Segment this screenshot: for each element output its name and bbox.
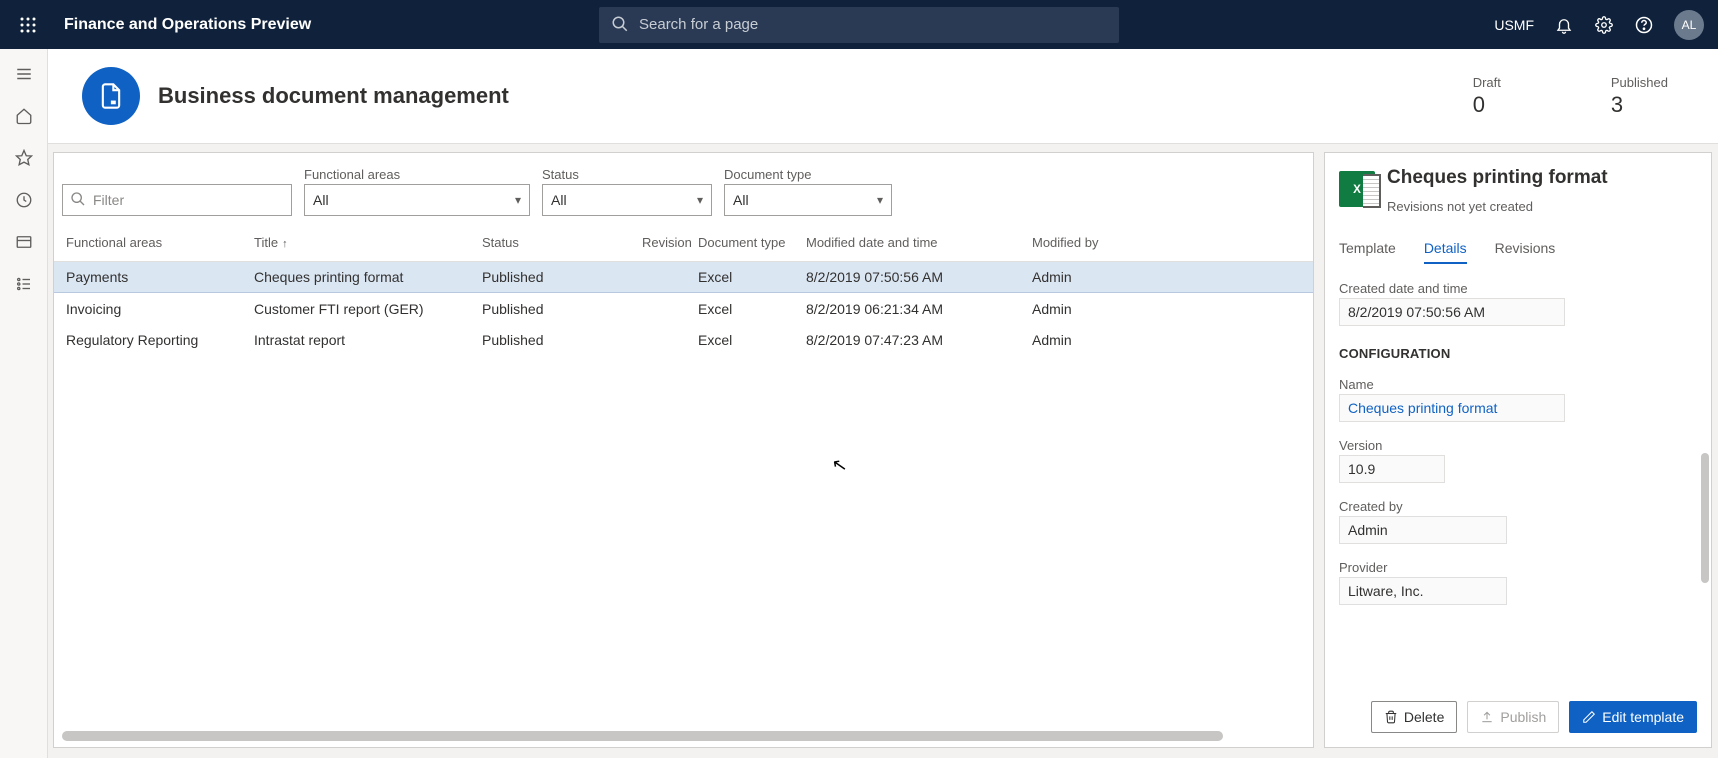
table-row[interactable]: PaymentsCheques printing formatPublished… [54, 262, 1313, 293]
page-title: Business document management [158, 83, 509, 109]
chevron-down-icon: ▾ [877, 193, 883, 207]
table-header-row: Functional areas Title↑ Status Revision … [54, 224, 1313, 262]
tab-revisions[interactable]: Revisions [1495, 240, 1556, 264]
vertical-scrollbar[interactable] [1701, 453, 1709, 583]
provider-label: Provider [1339, 560, 1697, 575]
pencil-icon [1582, 710, 1596, 724]
name-value[interactable]: Cheques printing format [1339, 394, 1565, 422]
createdby-value: Admin [1339, 516, 1507, 544]
col-header-modified-by[interactable]: Modified by [1028, 230, 1148, 255]
app-launcher-icon[interactable] [14, 11, 42, 39]
detail-title: Cheques printing format [1387, 167, 1608, 189]
stat-draft: Draft 0 [1473, 75, 1501, 118]
status-label: Status [542, 167, 712, 182]
status-select[interactable]: All ▾ [542, 184, 712, 216]
created-date-label: Created date and time [1339, 281, 1697, 296]
col-header-doctype[interactable]: Document type [694, 230, 802, 255]
doctype-select[interactable]: All ▾ [724, 184, 892, 216]
doctype-label: Document type [724, 167, 892, 182]
horizontal-scrollbar[interactable] [62, 731, 1223, 741]
col-header-title[interactable]: Title↑ [250, 230, 478, 255]
publish-icon [1480, 710, 1494, 724]
table-row[interactable]: Regulatory ReportingIntrastat reportPubl… [54, 324, 1313, 355]
stat-draft-value: 0 [1473, 92, 1501, 118]
provider-value: Litware, Inc. [1339, 577, 1507, 605]
configuration-heading: CONFIGURATION [1339, 346, 1697, 361]
star-icon[interactable] [14, 148, 34, 168]
page-icon [82, 67, 140, 125]
edit-template-button[interactable]: Edit template [1569, 701, 1697, 733]
excel-icon: X [1339, 171, 1375, 207]
modules-icon[interactable] [14, 274, 34, 294]
col-header-status[interactable]: Status [478, 230, 638, 255]
createdby-label: Created by [1339, 499, 1697, 514]
filter-icon [70, 191, 86, 210]
legal-entity-label[interactable]: USMF [1494, 17, 1534, 33]
app-title: Finance and Operations Preview [64, 16, 311, 34]
delete-button[interactable]: Delete [1371, 701, 1457, 733]
workspace-icon[interactable] [14, 232, 34, 252]
created-date-value: 8/2/2019 07:50:56 AM [1339, 298, 1565, 326]
functional-areas-select[interactable]: All ▾ [304, 184, 530, 216]
help-icon[interactable] [1634, 15, 1654, 35]
stat-published-label: Published [1611, 75, 1668, 90]
col-header-modified-date[interactable]: Modified date and time [802, 230, 1028, 255]
publish-button: Publish [1467, 701, 1559, 733]
chevron-down-icon: ▾ [515, 193, 521, 207]
detail-subtitle: Revisions not yet created [1387, 199, 1608, 214]
search-icon [611, 15, 629, 36]
tab-details[interactable]: Details [1424, 240, 1467, 264]
version-value: 10.9 [1339, 455, 1445, 483]
functional-areas-label: Functional areas [304, 167, 530, 182]
recent-icon[interactable] [14, 190, 34, 210]
stat-draft-label: Draft [1473, 75, 1501, 90]
version-label: Version [1339, 438, 1697, 453]
tab-template[interactable]: Template [1339, 240, 1396, 264]
home-icon[interactable] [14, 106, 34, 126]
gear-icon[interactable] [1594, 15, 1614, 35]
bell-icon[interactable] [1554, 15, 1574, 35]
table-row[interactable]: InvoicingCustomer FTI report (GER)Publis… [54, 293, 1313, 324]
trash-icon [1384, 710, 1398, 724]
chevron-down-icon: ▾ [697, 193, 703, 207]
svg-text:X: X [1353, 183, 1361, 196]
col-header-functional-areas[interactable]: Functional areas [62, 230, 250, 255]
col-header-revision[interactable]: Revision [638, 230, 694, 255]
filter-input[interactable] [62, 184, 292, 216]
user-avatar[interactable]: AL [1674, 10, 1704, 40]
name-label: Name [1339, 377, 1697, 392]
stat-published: Published 3 [1611, 75, 1668, 118]
hamburger-icon[interactable] [14, 64, 34, 84]
stat-published-value: 3 [1611, 92, 1668, 118]
global-search-input[interactable] [599, 7, 1119, 43]
sort-asc-icon: ↑ [282, 238, 288, 250]
